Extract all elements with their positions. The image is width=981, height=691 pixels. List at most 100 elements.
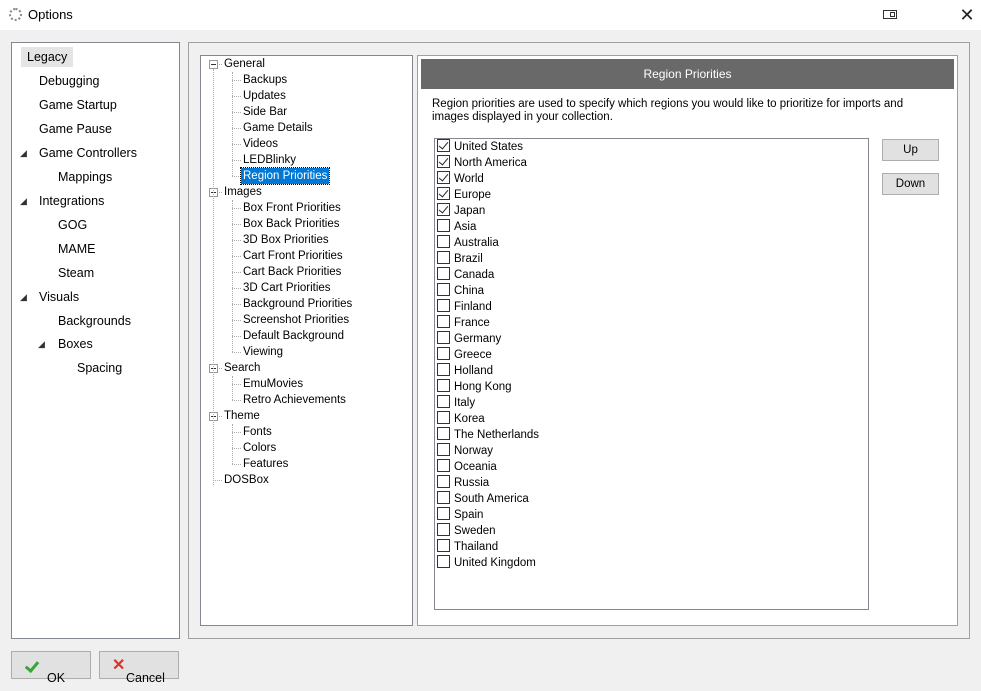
- expander-icon[interactable]: ◢: [20, 196, 27, 207]
- region-item[interactable]: Hong Kong: [437, 379, 512, 395]
- region-checkbox[interactable]: [437, 299, 450, 313]
- cancel-button[interactable]: ✕ Cancel: [99, 651, 179, 685]
- region-item[interactable]: United States: [437, 139, 523, 155]
- tree-item-cart-front-priorities[interactable]: Cart Front Priorities: [243, 248, 343, 264]
- tree-item-3d-cart-priorities[interactable]: 3D Cart Priorities: [243, 280, 331, 296]
- region-checkbox[interactable]: [437, 475, 450, 489]
- region-item[interactable]: Korea: [437, 411, 485, 427]
- region-item[interactable]: World: [437, 171, 484, 187]
- region-checkbox[interactable]: [437, 523, 450, 537]
- nav-item-backgrounds[interactable]: Backgrounds: [58, 311, 131, 331]
- nav-item-steam[interactable]: Steam: [58, 263, 94, 283]
- tree-item-theme[interactable]: Theme: [224, 408, 260, 424]
- region-item[interactable]: Finland: [437, 299, 492, 315]
- tree-item-backups[interactable]: Backups: [243, 72, 287, 88]
- region-item[interactable]: Oceania: [437, 459, 497, 475]
- region-checkbox[interactable]: [437, 283, 450, 297]
- tree-item-3d-box-priorities[interactable]: 3D Box Priorities: [243, 232, 329, 248]
- region-item[interactable]: Thailand: [437, 539, 498, 555]
- region-checkbox[interactable]: [437, 491, 450, 505]
- down-button[interactable]: Down: [882, 173, 939, 195]
- nav-item-game-pause[interactable]: Game Pause: [39, 119, 112, 139]
- nav-item-visuals[interactable]: Visuals: [39, 287, 79, 307]
- region-checkbox[interactable]: [437, 235, 450, 249]
- region-checkbox[interactable]: [437, 331, 450, 345]
- region-list[interactable]: [434, 138, 869, 610]
- collapse-toggle-icon[interactable]: [209, 60, 218, 69]
- nav-item-game-startup[interactable]: Game Startup: [39, 95, 117, 115]
- nav-item-gog[interactable]: GOG: [58, 215, 87, 235]
- region-checkbox[interactable]: [437, 379, 450, 393]
- nav-item-mame[interactable]: MAME: [58, 239, 96, 259]
- tree-item-screenshot-priorities[interactable]: Screenshot Priorities: [243, 312, 349, 328]
- nav-item-spacing[interactable]: Spacing: [77, 358, 122, 378]
- region-item[interactable]: Germany: [437, 331, 501, 347]
- region-checkbox[interactable]: [437, 363, 450, 377]
- restore-window-icon[interactable]: [883, 10, 897, 19]
- region-checkbox[interactable]: [437, 315, 450, 329]
- tree-item-region-priorities[interactable]: Region Priorities: [239, 167, 331, 185]
- nav-item-integrations[interactable]: Integrations: [39, 191, 104, 211]
- region-item[interactable]: Europe: [437, 187, 491, 203]
- region-item[interactable]: France: [437, 315, 490, 331]
- region-checkbox[interactable]: [437, 443, 450, 457]
- tree-item-cart-back-priorities[interactable]: Cart Back Priorities: [243, 264, 341, 280]
- region-checkbox[interactable]: [437, 411, 450, 425]
- expander-icon[interactable]: ◢: [20, 148, 27, 159]
- region-checkbox[interactable]: [437, 251, 450, 265]
- region-checkbox[interactable]: [437, 555, 450, 569]
- tree-item-colors[interactable]: Colors: [243, 440, 276, 456]
- tree-item-emumovies[interactable]: EmuMovies: [243, 376, 303, 392]
- region-item[interactable]: United Kingdom: [437, 555, 536, 571]
- region-checkbox[interactable]: [437, 155, 450, 169]
- region-checkbox[interactable]: [437, 187, 450, 201]
- tree-item-box-front-priorities[interactable]: Box Front Priorities: [243, 200, 341, 216]
- region-item[interactable]: The Netherlands: [437, 427, 539, 443]
- region-item[interactable]: Holland: [437, 363, 493, 379]
- nav-item-legacy[interactable]: Legacy: [21, 47, 74, 67]
- region-checkbox[interactable]: [437, 507, 450, 521]
- region-checkbox[interactable]: [437, 427, 450, 441]
- tree-item-images[interactable]: Images: [224, 184, 262, 200]
- nav-item-mappings[interactable]: Mappings: [58, 167, 112, 187]
- tree-item-viewing[interactable]: Viewing: [243, 344, 283, 360]
- region-item[interactable]: Spain: [437, 507, 483, 523]
- region-checkbox[interactable]: [437, 203, 450, 217]
- region-item[interactable]: Asia: [437, 219, 476, 235]
- close-icon[interactable]: ✕: [955, 4, 979, 26]
- tree-item-search[interactable]: Search: [224, 360, 260, 376]
- tree-item-default-background[interactable]: Default Background: [243, 328, 344, 344]
- tree-item-general[interactable]: General: [224, 56, 265, 72]
- tree-item-retro-achievements[interactable]: Retro Achievements: [243, 392, 346, 408]
- region-checkbox[interactable]: [437, 171, 450, 185]
- region-item[interactable]: Norway: [437, 443, 493, 459]
- region-checkbox[interactable]: [437, 267, 450, 281]
- region-item[interactable]: Canada: [437, 267, 494, 283]
- tree-item-ledblinky[interactable]: LEDBlinky: [243, 152, 296, 168]
- up-button[interactable]: Up: [882, 139, 939, 161]
- nav-item-debugging[interactable]: Debugging: [39, 71, 99, 91]
- nav-item-game-controllers[interactable]: Game Controllers: [39, 143, 137, 163]
- ok-button[interactable]: OK: [11, 651, 91, 685]
- region-checkbox[interactable]: [437, 459, 450, 473]
- tree-item-videos[interactable]: Videos: [243, 136, 278, 152]
- expander-icon[interactable]: ◢: [20, 292, 27, 303]
- region-item[interactable]: North America: [437, 155, 527, 171]
- tree-item-side-bar[interactable]: Side Bar: [243, 104, 287, 120]
- tree-item-fonts[interactable]: Fonts: [243, 424, 272, 440]
- tree-item-background-priorities[interactable]: Background Priorities: [243, 296, 352, 312]
- tree-item-features[interactable]: Features: [243, 456, 288, 472]
- region-item[interactable]: Sweden: [437, 523, 496, 539]
- region-item[interactable]: Brazil: [437, 251, 483, 267]
- region-item[interactable]: South America: [437, 491, 529, 507]
- region-item[interactable]: China: [437, 283, 484, 299]
- tree-item-game-details[interactable]: Game Details: [243, 120, 313, 136]
- region-item[interactable]: Italy: [437, 395, 475, 411]
- region-checkbox[interactable]: [437, 139, 450, 153]
- region-checkbox[interactable]: [437, 219, 450, 233]
- region-item[interactable]: Russia: [437, 475, 489, 491]
- region-checkbox[interactable]: [437, 347, 450, 361]
- region-item[interactable]: Greece: [437, 347, 492, 363]
- region-checkbox[interactable]: [437, 395, 450, 409]
- tree-item-dosbox[interactable]: DOSBox: [224, 472, 269, 488]
